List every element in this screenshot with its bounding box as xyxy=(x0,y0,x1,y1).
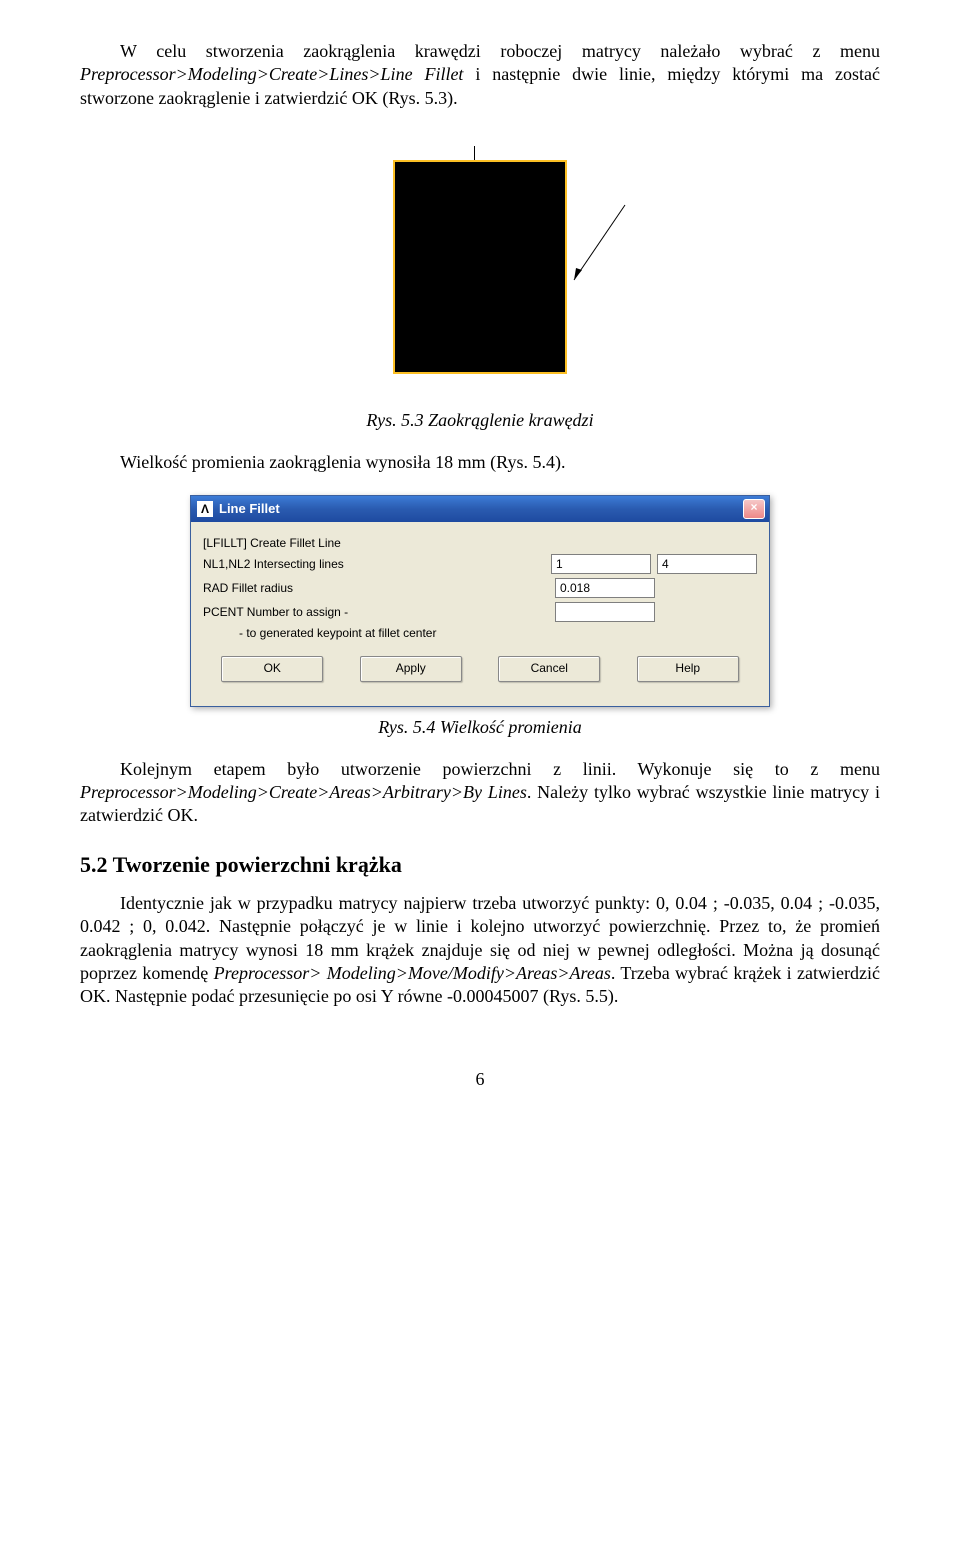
dialog-buttons: OK Apply Cancel Help xyxy=(203,644,757,696)
page: W celu stworzenia zaokrąglenia krawędzi … xyxy=(0,0,960,1130)
text-p1-pre: W celu stworzenia zaokrąglenia krawędzi … xyxy=(120,41,880,61)
dialog-body: [LFILLT] Create Fillet Line NL1,NL2 Inte… xyxy=(191,522,769,706)
rad-label: RAD Fillet radius xyxy=(203,581,549,595)
paragraph-4: Identycznie jak w przypadku matrycy najp… xyxy=(80,892,880,1009)
help-button[interactable]: Help xyxy=(637,656,739,682)
ok-button[interactable]: OK xyxy=(221,656,323,682)
figure-matrix-rect xyxy=(393,160,567,374)
page-number: 6 xyxy=(80,1069,880,1090)
nl2-field[interactable]: 4 xyxy=(657,554,757,574)
pcent-field[interactable] xyxy=(555,602,655,622)
text-p4-menu: Preprocessor> Modeling>Move/Modify>Areas… xyxy=(214,963,611,983)
apply-button[interactable]: Apply xyxy=(360,656,462,682)
nl1-field[interactable]: 1 xyxy=(551,554,651,574)
figure-5-4: Λ Line Fillet × [LFILLT] Create Fillet L… xyxy=(190,495,770,707)
caption-5-4: Rys. 5.4 Wielkość promienia xyxy=(80,717,880,738)
paragraph-2: Wielkość promienia zaokrąglenia wynosiła… xyxy=(80,451,880,474)
section-5-2-title: 5.2 Tworzenie powierzchni krążka xyxy=(80,852,880,878)
caption-5-3: Rys. 5.3 Zaokrąglenie krawędzi xyxy=(80,410,880,431)
text-p3-menu: Preprocessor>Modeling>Create>Areas>Arbit… xyxy=(80,782,527,802)
paragraph-1: W celu stworzenia zaokrąglenia krawędzi … xyxy=(80,40,880,110)
text-p3-pre: Kolejnym etapem było utworzenie powierzc… xyxy=(120,759,880,779)
line-fillet-dialog: Λ Line Fillet × [LFILLT] Create Fillet L… xyxy=(190,495,770,707)
lfillt-label: [LFILLT] Create Fillet Line xyxy=(203,536,757,550)
dialog-titlebar: Λ Line Fillet × xyxy=(191,496,769,522)
arrow-diagonal-icon xyxy=(570,200,630,280)
cancel-button[interactable]: Cancel xyxy=(498,656,600,682)
pcent-label: PCENT Number to assign - xyxy=(203,605,549,619)
pcent-sublabel: - to generated keypoint at fillet center xyxy=(203,626,757,640)
rad-field[interactable]: 0.018 xyxy=(555,578,655,598)
close-icon[interactable]: × xyxy=(743,499,765,519)
text-p1-menu: Preprocessor>Modeling>Create>Lines>Line … xyxy=(80,64,463,84)
paragraph-3: Kolejnym etapem było utworzenie powierzc… xyxy=(80,758,880,828)
figure-5-3 xyxy=(80,140,880,400)
nl-label: NL1,NL2 Intersecting lines xyxy=(203,557,545,571)
dialog-title: Line Fillet xyxy=(219,501,280,516)
app-icon: Λ xyxy=(197,501,213,517)
